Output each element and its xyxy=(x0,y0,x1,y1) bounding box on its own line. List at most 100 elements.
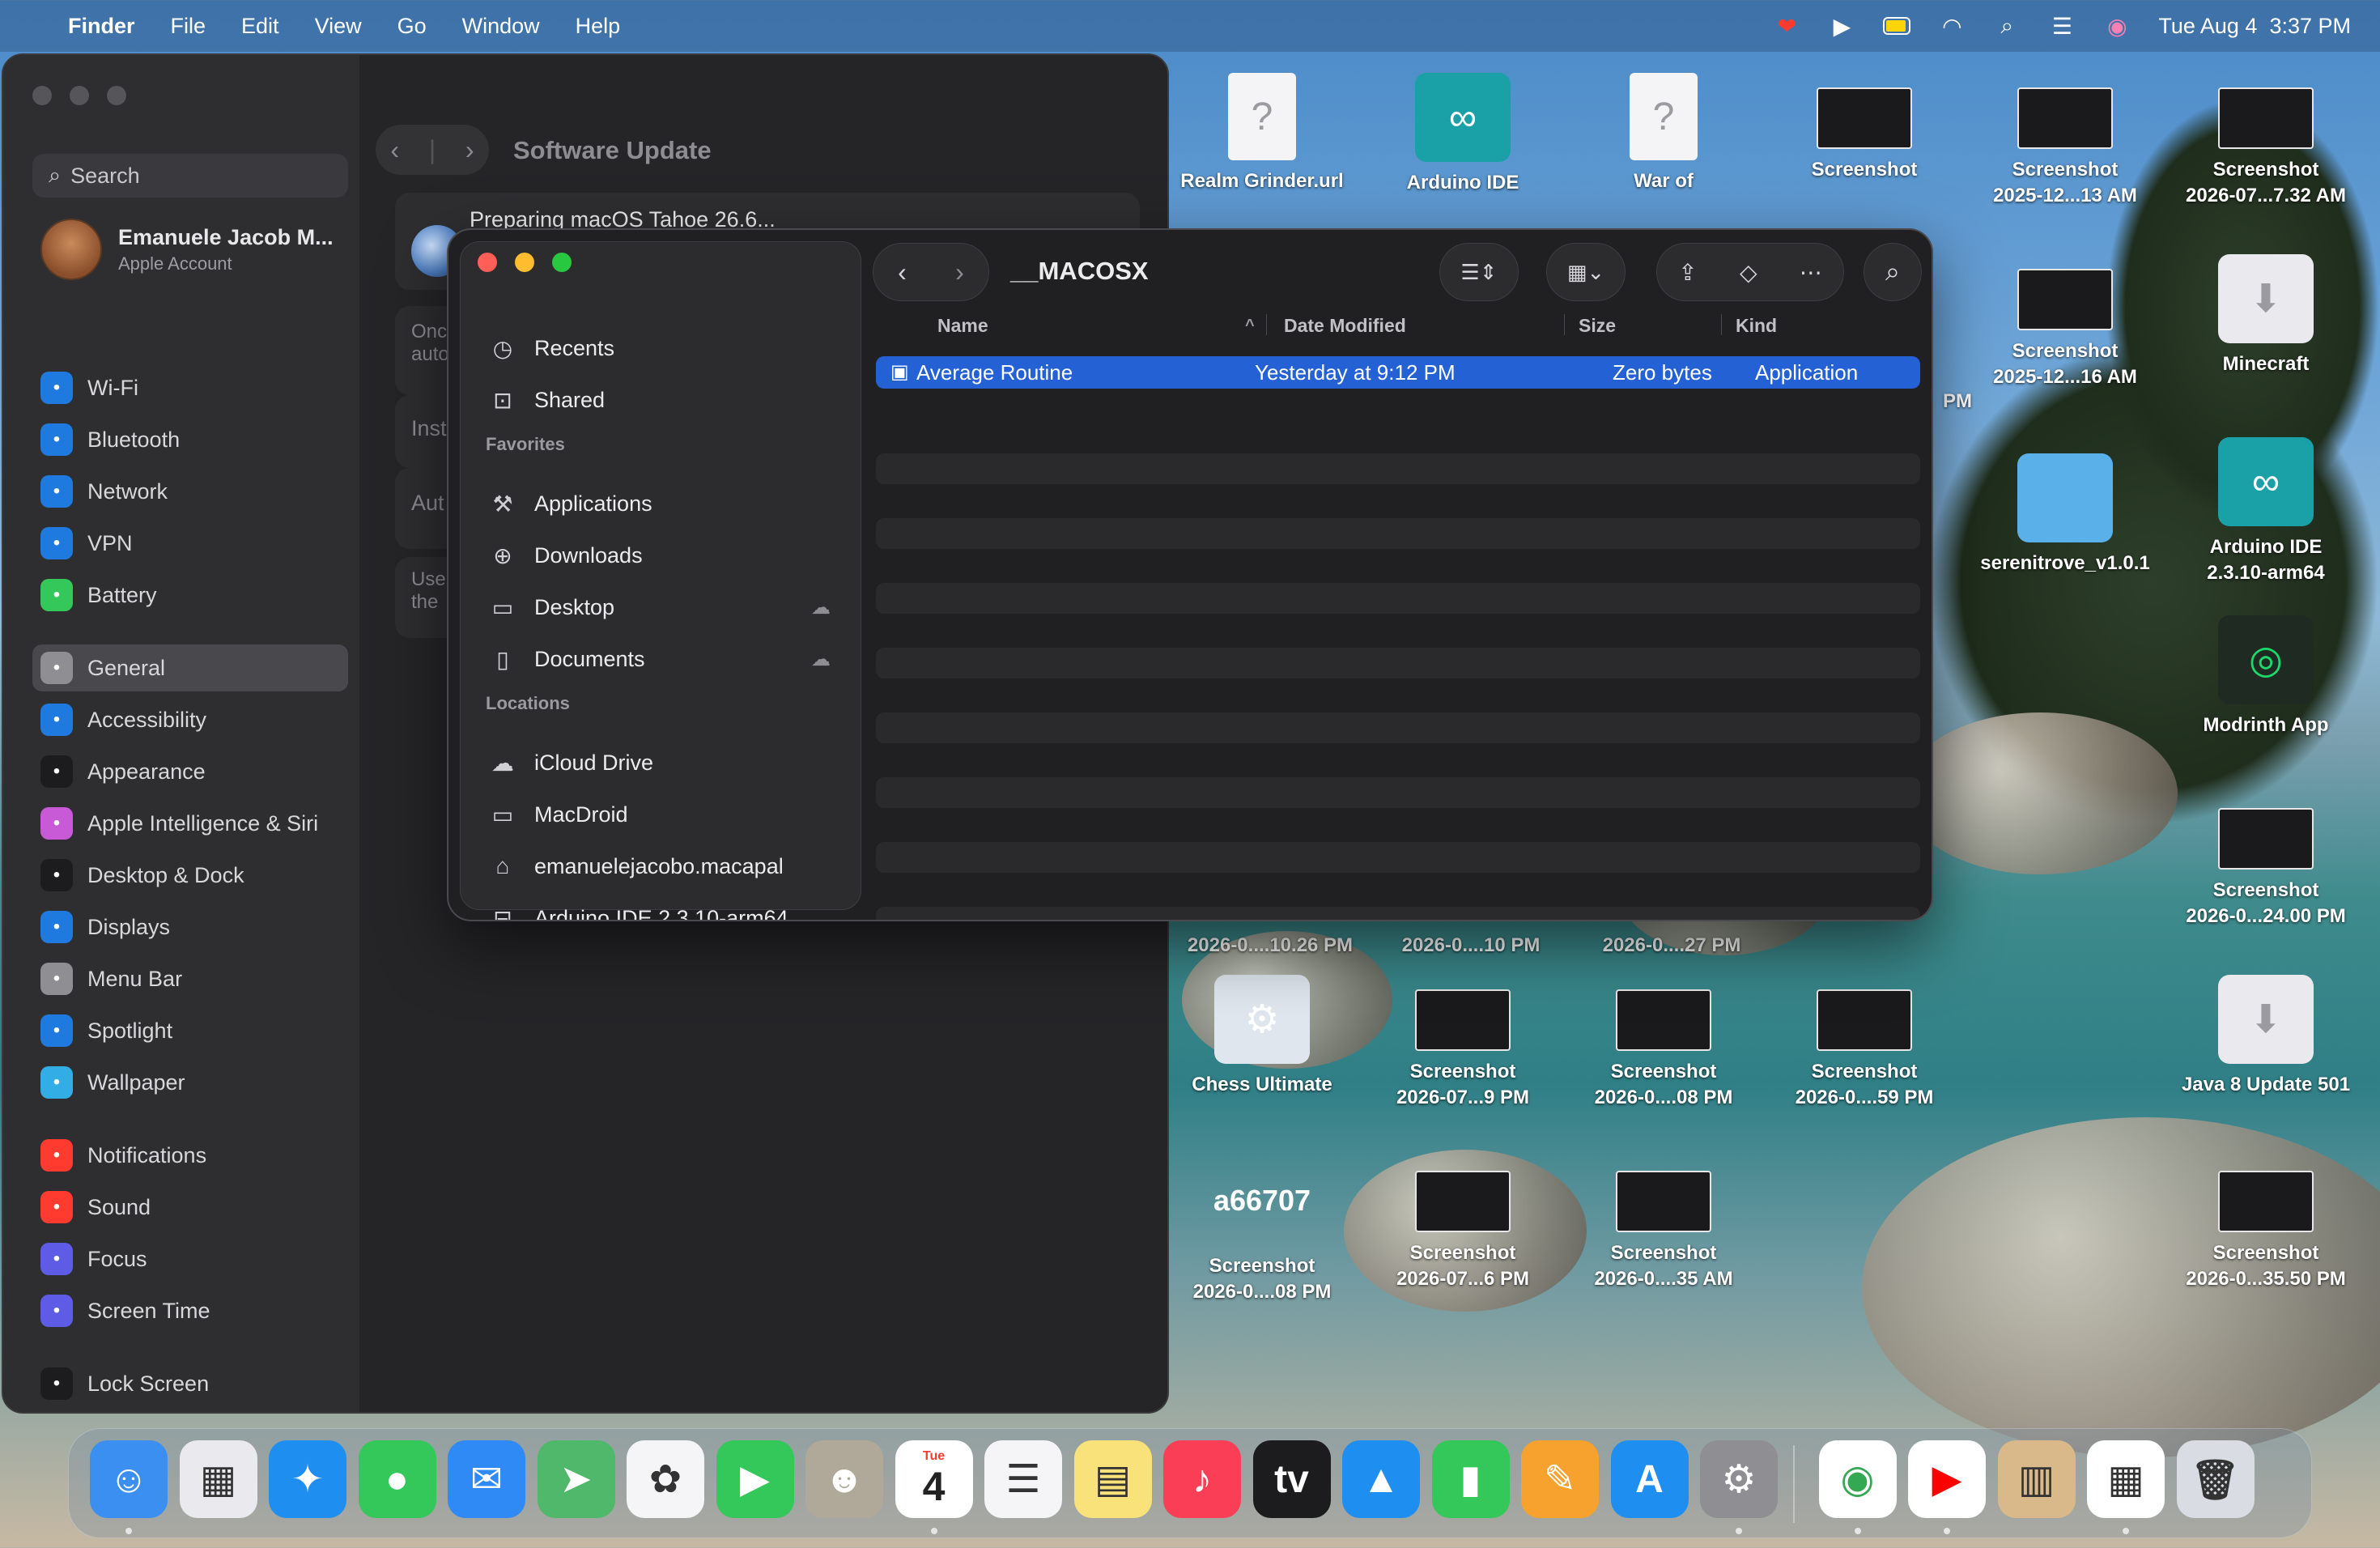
minimize-button[interactable] xyxy=(70,86,89,105)
desktop-icon-arduino[interactable]: ∞ Arduino IDE 2.3.10-arm64 xyxy=(2165,437,2367,586)
zoom-button[interactable] xyxy=(107,86,126,105)
more-icon[interactable]: ⋯ xyxy=(1800,259,1822,286)
column-name[interactable]: Name xyxy=(937,311,988,340)
sidebar-item-battery[interactable]: • Battery xyxy=(32,572,348,619)
desktop-icon-shot[interactable]: Screenshot xyxy=(1763,73,1966,183)
finder-sidebar-applications[interactable]: ⚒ Applications xyxy=(486,484,842,523)
finder-sidebar-arduino-ide-2-3-10-arm64[interactable]: ⊟ Arduino IDE 2.3.10-arm64 xyxy=(486,899,842,921)
youtube-icon[interactable]: ▶ xyxy=(1908,1440,1986,1518)
sidebar-item-bluetooth[interactable]: • Bluetooth xyxy=(32,416,348,463)
calendar-icon[interactable]: Tue 4 xyxy=(895,1440,973,1518)
trash-icon[interactable]: 🗑 xyxy=(2176,1440,2255,1518)
archive-utility-icon[interactable]: ▥ xyxy=(1997,1440,2076,1518)
mail-icon[interactable]: ✉ xyxy=(448,1440,525,1518)
sidebar-item-focus[interactable]: • Focus xyxy=(32,1235,348,1282)
system-settings-icon[interactable]: ⚙ xyxy=(1700,1440,1778,1518)
desktop-icon-shot[interactable]: Screenshot 2026-0....08 PM xyxy=(1562,975,1765,1111)
launchpad-icon[interactable]: ▦ xyxy=(179,1440,257,1518)
numbers-icon[interactable]: ▮ xyxy=(1431,1440,1510,1518)
desktop-icon-download[interactable]: ⬇ Java 8 Update 501 xyxy=(2165,975,2367,1098)
sidebar-item-wallpaper[interactable]: • Wallpaper xyxy=(32,1059,348,1106)
play-icon[interactable]: ▶ xyxy=(1828,12,1855,40)
menu-finder[interactable]: Finder xyxy=(68,14,135,39)
reminders-icon[interactable]: ☰ xyxy=(984,1440,1062,1518)
desktop-icon-shot[interactable]: Screenshot 2026-07...9 PM xyxy=(1362,975,1564,1111)
back-icon[interactable]: ‹ xyxy=(898,257,907,287)
sidebar-item-vpn[interactable]: • VPN xyxy=(32,520,348,567)
desktop-icon-doc[interactable]: ? Realm Grinder.url xyxy=(1161,73,1363,194)
desktop-icon-steam[interactable]: ⚙ Chess Ultimate xyxy=(1161,975,1363,1098)
group-button[interactable]: ▦⌄ xyxy=(1546,243,1626,301)
desktop-icon-shot[interactable]: Screenshot 2026-0...35.50 PM xyxy=(2165,1156,2367,1292)
close-button[interactable] xyxy=(32,86,52,105)
desktop-icon-shot[interactable]: Screenshot 2026-0....59 PM xyxy=(1763,975,1966,1111)
desktop-icon-download[interactable]: ⬇ Minecraft xyxy=(2165,254,2367,377)
finder-search-button[interactable]: ⌕ xyxy=(1864,243,1922,301)
notes-icon[interactable]: ▤ xyxy=(1073,1440,1152,1518)
menu-window[interactable]: Window xyxy=(462,14,540,39)
battery-status-icon[interactable] xyxy=(1883,12,1911,40)
desktop-icon-shot[interactable]: Screenshot 2026-07...7.32 AM xyxy=(2165,73,2367,209)
sidebar-item-privacy-security[interactable]: •Privacy & Security xyxy=(32,1412,348,1414)
siri-status-icon[interactable]: ◉ xyxy=(2103,12,2131,40)
sidebar-item-displays[interactable]: • Displays xyxy=(32,904,348,950)
forward-icon[interactable]: › xyxy=(465,135,474,165)
safari-icon[interactable]: ✦ xyxy=(269,1440,346,1518)
forward-icon[interactable]: › xyxy=(955,257,964,287)
sidebar-item-menu-bar[interactable]: • Menu Bar xyxy=(32,955,348,1002)
chrome-icon[interactable]: ◉ xyxy=(1818,1440,1897,1518)
desktop-icon-shot[interactable]: Screenshot 2026-07...6 PM xyxy=(1362,1156,1564,1292)
photos-icon[interactable]: ✿ xyxy=(627,1440,704,1518)
finder-sidebar-icloud-drive[interactable]: ☁ iCloud Drive xyxy=(486,743,842,782)
settings-search-field[interactable]: ⌕ Search xyxy=(32,154,348,198)
sidebar-item-general[interactable]: • General xyxy=(32,644,348,691)
maps-icon[interactable]: ➤ xyxy=(537,1440,615,1518)
sidebar-item-appearance[interactable]: • Appearance xyxy=(32,748,348,795)
sidebar-item-notifications[interactable]: • Notifications xyxy=(32,1132,348,1179)
apple-account-row[interactable]: Emanuele Jacob M... Apple Account xyxy=(40,219,334,280)
clock-text[interactable]: Tue Aug 4 3:37 PM xyxy=(2158,14,2351,39)
spreadsheet-doc-icon[interactable]: ▦ xyxy=(2087,1440,2165,1518)
sidebar-item-lock-screen[interactable]: • Lock Screen xyxy=(32,1360,348,1407)
minimize-button[interactable] xyxy=(515,253,534,272)
pages-icon[interactable]: ✎ xyxy=(1521,1440,1599,1518)
menu-go[interactable]: Go xyxy=(397,14,427,39)
desktop-icon-shot[interactable]: Screenshot 2026-0....35 AM xyxy=(1562,1156,1765,1292)
music-icon[interactable]: ♪ xyxy=(1163,1440,1241,1518)
close-button[interactable] xyxy=(478,253,497,272)
back-icon[interactable]: ‹ xyxy=(390,135,399,165)
sidebar-item-wi-fi[interactable]: • Wi-Fi xyxy=(32,364,348,411)
desktop-icon-folder[interactable]: serenitrove_v1.0.1 xyxy=(1964,453,2166,576)
desktop-icon-shot[interactable]: Screenshot 2026-0...24.00 PM xyxy=(2165,793,2367,929)
finder-sidebar-desktop[interactable]: ▭ Desktop ☁ xyxy=(486,588,842,627)
zoom-button[interactable] xyxy=(552,253,572,272)
desktop-icon-arduino[interactable]: ∞ Arduino IDE xyxy=(1362,73,1564,196)
sidebar-item-screen-time[interactable]: • Screen Time xyxy=(32,1287,348,1334)
keynote-icon[interactable]: ▲ xyxy=(1342,1440,1420,1518)
share-icon[interactable]: ⇪ xyxy=(1678,259,1697,286)
sidebar-item-spotlight[interactable]: • Spotlight xyxy=(32,1007,348,1054)
menu-view[interactable]: View xyxy=(315,14,362,39)
finder-sidebar-recents[interactable]: ◷ Recents xyxy=(486,329,842,368)
tv-icon[interactable]: tv xyxy=(1252,1440,1331,1518)
desktop-icon-doc[interactable]: ? War of xyxy=(1562,73,1765,194)
finder-sidebar-macdroid[interactable]: ▭ MacDroid xyxy=(486,795,842,834)
sidebar-item-accessibility[interactable]: • Accessibility xyxy=(32,696,348,743)
contacts-icon[interactable]: ☻ xyxy=(805,1440,883,1518)
control-center-icon[interactable]: ☰ xyxy=(2048,12,2076,40)
app-store-icon[interactable]: A xyxy=(1610,1440,1689,1518)
sidebar-item-network[interactable]: • Network xyxy=(32,468,348,515)
messages-icon[interactable]: ● xyxy=(358,1440,436,1518)
desktop-icon-shot[interactable]: Screenshot 2025-12...13 AM xyxy=(1964,73,2166,209)
status-app-icon[interactable]: ❤ xyxy=(1773,12,1800,40)
tag-icon[interactable]: ◇ xyxy=(1740,259,1757,286)
desktop-icon-hash[interactable]: a66707 Screenshot 2026-0....08 PM xyxy=(1161,1156,1363,1305)
sidebar-item-desktop-dock[interactable]: • Desktop & Dock xyxy=(32,852,348,899)
sidebar-item-sound[interactable]: • Sound xyxy=(32,1184,348,1231)
spotlight-search-icon[interactable]: ⌕ xyxy=(1993,12,2021,40)
facetime-icon[interactable]: ▶ xyxy=(716,1440,794,1518)
finder-sidebar-emanuelejacobo-macapal[interactable]: ⌂ emanuelejacobo.macapal xyxy=(486,847,842,886)
menu-edit[interactable]: Edit xyxy=(241,14,279,39)
table-row[interactable]: ▣ Average Routine Yesterday at 9:12 PM Zero… xyxy=(876,356,1920,389)
menu-file[interactable]: File xyxy=(171,14,206,39)
